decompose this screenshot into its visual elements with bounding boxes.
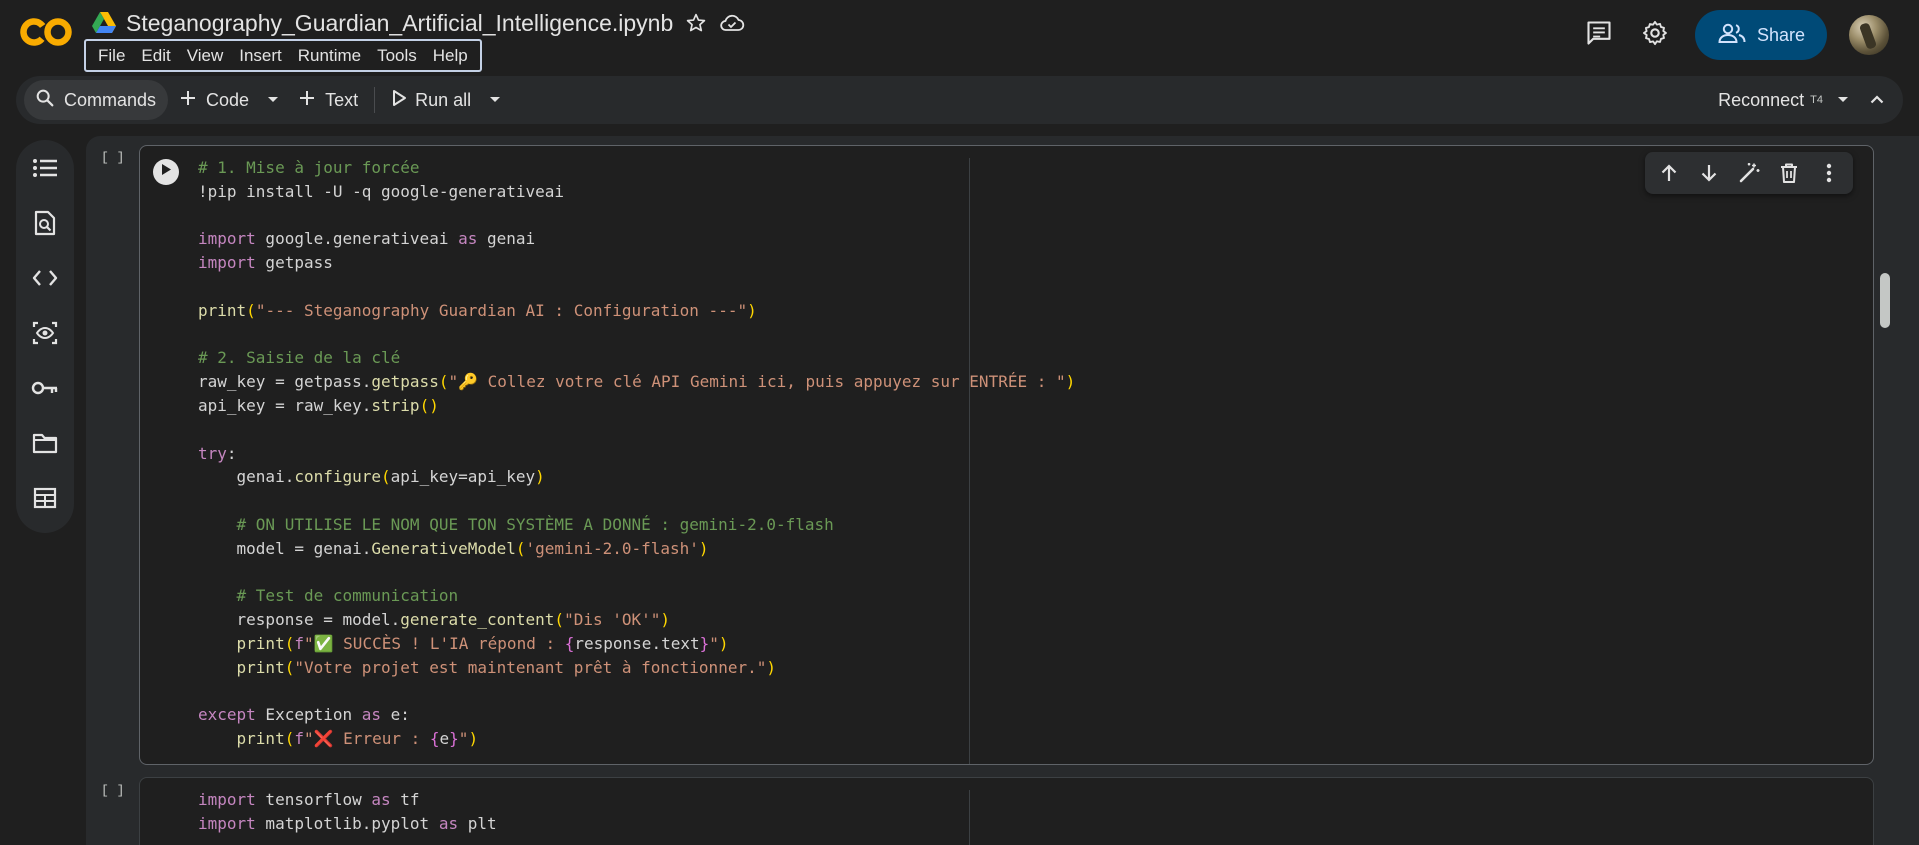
code-line: import tensorflow as tf xyxy=(198,790,420,809)
menu-bar: File Edit View Insert Runtime Tools Help xyxy=(84,39,482,72)
more-icon[interactable] xyxy=(1811,155,1847,191)
avatar[interactable] xyxy=(1849,15,1889,55)
code-line: import getpass xyxy=(198,253,333,273)
side-rail xyxy=(16,140,74,533)
code-cell[interactable]: import tensorflow as tf import matplotlib… xyxy=(139,777,1874,845)
scrollbar-thumb[interactable] xyxy=(1880,273,1890,328)
caret-down-icon xyxy=(267,91,279,109)
edit-magic-icon[interactable] xyxy=(1731,155,1767,191)
people-icon xyxy=(1717,22,1747,49)
code-line: response = model.generate_content("Dis '… xyxy=(198,610,671,630)
cell-toolbar xyxy=(1645,152,1853,194)
code-line: print("Votre projet est maintenant prêt … xyxy=(236,657,776,677)
caret-down-icon xyxy=(1837,91,1849,109)
code-line: # 2. Saisie de la clé xyxy=(198,348,401,368)
files-folder-icon[interactable] xyxy=(31,429,59,457)
menu-view[interactable]: View xyxy=(179,46,232,66)
code-dropdown[interactable] xyxy=(259,80,287,120)
code-line: print(f"❌ Erreur : {e}") xyxy=(236,729,479,749)
menu-tools[interactable]: Tools xyxy=(369,46,425,66)
plus-icon xyxy=(178,88,198,113)
share-button[interactable]: Share xyxy=(1695,10,1827,60)
reconnect-label: Reconnect xyxy=(1718,89,1805,110)
comments-button[interactable] xyxy=(1577,13,1621,57)
menu-runtime[interactable]: Runtime xyxy=(290,46,369,66)
code-line: !pip install -U -q google-generativeai xyxy=(198,181,565,201)
runtime-type-badge: T4 xyxy=(1810,94,1823,106)
reconnect-button[interactable]: Reconnect T4 xyxy=(1718,90,1823,111)
code-line: # Test de communication xyxy=(198,586,459,606)
menu-file[interactable]: File xyxy=(90,46,133,66)
notebook-title[interactable]: Steganography_Guardian_Artificial_Intell… xyxy=(126,10,673,37)
find-replace-icon[interactable] xyxy=(31,209,59,237)
notebook-toolbar: Commands Code Text Run all Reconnect T4 xyxy=(16,76,1903,124)
plus-icon xyxy=(297,88,317,113)
share-label: Share xyxy=(1756,24,1806,45)
execution-count: [ ] xyxy=(101,783,125,798)
menu-edit[interactable]: Edit xyxy=(133,46,178,66)
code-line: genai.configure(api_key=api_key) xyxy=(198,467,545,487)
google-drive-icon xyxy=(92,12,116,34)
add-text-button[interactable]: Text xyxy=(287,80,368,120)
settings-button[interactable] xyxy=(1633,13,1677,57)
toc-icon[interactable] xyxy=(31,154,59,182)
collapse-header-button[interactable] xyxy=(1863,80,1891,120)
run-cell-button[interactable] xyxy=(153,159,179,185)
run-all-dropdown[interactable] xyxy=(481,80,509,120)
code-cell[interactable]: # 1. Mise à jour forcée !pip install -U -… xyxy=(139,145,1874,765)
search-icon xyxy=(34,87,56,114)
code-line: print("--- Steganography Guardian AI : C… xyxy=(198,300,757,320)
add-code-label: Code xyxy=(206,89,250,110)
run-all-label: Run all xyxy=(415,89,472,110)
colab-logo[interactable] xyxy=(20,14,74,50)
run-all-button[interactable]: Run all xyxy=(381,80,481,120)
code-line: # 1. Mise à jour forcée xyxy=(198,158,420,177)
ruler-line xyxy=(969,790,970,845)
execution-count: [ ] xyxy=(101,150,125,165)
runtime-dropdown[interactable] xyxy=(1829,80,1857,120)
data-table-icon[interactable] xyxy=(31,484,59,512)
code-snippets-icon[interactable] xyxy=(31,264,59,292)
play-icon xyxy=(391,89,407,112)
menu-help[interactable]: Help xyxy=(425,46,476,66)
commands-button[interactable]: Commands xyxy=(24,80,169,120)
code-editor[interactable]: # 1. Mise à jour forcée !pip install -U -… xyxy=(198,156,1075,751)
move-up-icon[interactable] xyxy=(1651,155,1687,191)
chevron-up-icon xyxy=(1870,91,1884,109)
add-text-label: Text xyxy=(325,89,359,110)
code-editor[interactable]: import tensorflow as tf import matplotlib… xyxy=(198,788,497,836)
code-line: raw_key = getpass.getpass("🔑 Collez votr… xyxy=(198,372,1076,392)
caret-down-icon xyxy=(489,91,501,109)
code-line: try: xyxy=(198,443,237,463)
code-line: # ON UTILISE LE NOM QUE TON SYSTÈME A DO… xyxy=(198,514,834,534)
add-code-button[interactable]: Code xyxy=(168,80,259,120)
code-line: except Exception as e: xyxy=(198,705,410,725)
delete-icon[interactable] xyxy=(1771,155,1807,191)
variables-icon[interactable] xyxy=(31,319,59,347)
notebook-area: [ ] # 1. Mise à jour forcée !pip install … xyxy=(86,136,1919,845)
code-line: print(f"✅ SUCCÈS ! L'IA répond : {respon… xyxy=(236,633,729,653)
comment-icon xyxy=(1585,19,1613,52)
play-icon xyxy=(160,163,172,181)
toolbar-divider xyxy=(374,87,376,113)
gear-icon xyxy=(1641,19,1669,52)
code-line: import google.generativeai as genai xyxy=(198,229,536,249)
star-icon[interactable] xyxy=(683,10,709,36)
secrets-key-icon[interactable] xyxy=(31,374,59,402)
menu-insert[interactable]: Insert xyxy=(231,46,290,66)
code-line: import matplotlib.pyplot as plt xyxy=(198,813,497,833)
cloud-saved-icon[interactable] xyxy=(719,10,745,36)
commands-label: Commands xyxy=(64,89,157,110)
code-line: model = genai.GenerativeModel('gemini-2.… xyxy=(198,538,709,558)
move-down-icon[interactable] xyxy=(1691,155,1727,191)
code-line: api_key = raw_key.strip() xyxy=(198,395,439,415)
